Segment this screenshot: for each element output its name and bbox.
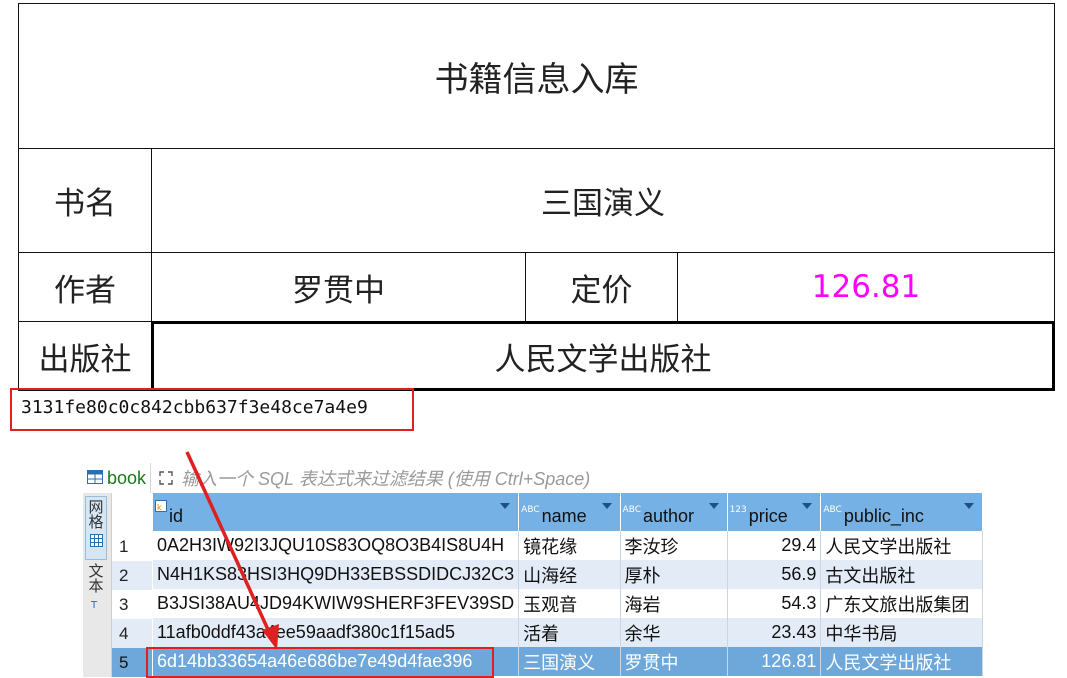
column-header-label: public_inc: [843, 506, 924, 526]
cell-author[interactable]: 李汝珍: [620, 531, 728, 560]
publisher-label: 出版社: [18, 321, 152, 391]
row-number[interactable]: 2: [112, 561, 152, 590]
sort-dropdown-icon[interactable]: [964, 503, 974, 509]
publisher-value[interactable]: 人民文学出版社: [151, 321, 1055, 391]
grid-view-button[interactable]: 网格: [85, 496, 107, 560]
svg-text:T: T: [90, 600, 98, 610]
cell-public-inc[interactable]: 中华书局: [820, 618, 983, 647]
row-number-selected[interactable]: 5: [112, 648, 152, 677]
form-title: 书籍信息入库: [18, 3, 1055, 149]
row-number[interactable]: 4: [112, 619, 152, 648]
cell-author[interactable]: 厚朴: [620, 560, 728, 589]
cell-id[interactable]: 11afb0ddf43a4ee59aadf380c1f15ad5: [153, 618, 520, 647]
column-header-label: name: [541, 506, 587, 526]
text-type-icon: ABC: [521, 505, 540, 515]
column-header-label: author: [643, 506, 695, 526]
price-label: 定价: [525, 252, 678, 322]
table-row[interactable]: 0A2H3IW92I3JQU10S83OQ8O3B4IS8U4H 镜花缘 李汝珍…: [153, 531, 983, 560]
column-header-name[interactable]: ABC name: [518, 493, 621, 531]
author-label: 作者: [18, 252, 152, 322]
table-row-selected[interactable]: 6d14bb33654a46e686be7e49d4fae396 三国演义 罗贯…: [153, 647, 983, 676]
cell-id[interactable]: 6d14bb33654a46e686be7e49d4fae396: [153, 647, 520, 676]
view-mode-sidebar: 网格 文本 T: [83, 493, 112, 677]
price-value[interactable]: 126.81: [677, 252, 1055, 322]
expand-filter-icon[interactable]: [157, 469, 175, 487]
cell-author[interactable]: 海岩: [620, 589, 728, 618]
author-value[interactable]: 罗贯中: [151, 252, 526, 322]
cell-author[interactable]: 余华: [620, 618, 728, 647]
column-header-public-inc[interactable]: ABC public_inc: [820, 493, 983, 531]
row-number-column: 1 2 3 4 5: [112, 493, 152, 677]
sort-dropdown-icon[interactable]: [802, 503, 813, 509]
cell-name[interactable]: 玉观音: [518, 589, 621, 618]
row-number[interactable]: 3: [112, 590, 152, 619]
cell-name[interactable]: 山海经: [518, 560, 621, 589]
cell-name[interactable]: 镜花缘: [518, 531, 621, 560]
sort-dropdown-icon[interactable]: [500, 503, 511, 509]
cell-price[interactable]: 29.4: [727, 531, 822, 560]
grid-toolbar: book 输入一个 SQL 表达式来过滤结果 (使用 Ctrl+Space): [83, 463, 983, 494]
text-type-icon: ABC: [622, 505, 641, 515]
grid-icon: [89, 532, 103, 551]
cell-author[interactable]: 罗贯中: [620, 647, 728, 676]
cell-price[interactable]: 126.81: [727, 647, 822, 676]
text-type-icon: ABC: [823, 505, 842, 515]
table-row[interactable]: B3JSI38AU4JD94KWIW9SHERF3FEV39SD 玉观音 海岩 …: [153, 589, 983, 618]
table-row[interactable]: 11afb0ddf43a4ee59aadf380c1f15ad5 活着 余华 2…: [153, 618, 983, 647]
cell-public-inc[interactable]: 古文出版社: [820, 560, 983, 589]
text-view-button[interactable]: 文本 T: [85, 563, 107, 643]
book-name-value[interactable]: 三国演义: [151, 148, 1055, 253]
sort-dropdown-icon[interactable]: [708, 503, 719, 509]
svg-text:k: k: [157, 503, 162, 512]
result-grid-panel: book 输入一个 SQL 表达式来过滤结果 (使用 Ctrl+Space) 网…: [83, 463, 983, 677]
table-icon: [87, 469, 103, 488]
cell-id[interactable]: B3JSI38AU4JD94KWIW9SHERF3FEV39SD: [153, 589, 520, 618]
result-table: k id ABC name ABC author 123 price ABC p…: [153, 493, 983, 676]
cell-id[interactable]: N4H1KS83HSI3HQ9DH33EBSSDIDCJ32C3: [153, 560, 520, 589]
table-row[interactable]: N4H1KS83HSI3HQ9DH33EBSSDIDCJ32C3 山海经 厚朴 …: [153, 560, 983, 589]
generated-id-hash: 3131fe80c0c842cbb637f3e48ce7a4e9: [21, 397, 368, 418]
key-column-icon: k: [155, 496, 167, 517]
sort-dropdown-icon[interactable]: [601, 503, 612, 509]
text-view-label: 文本: [86, 563, 105, 593]
cell-public-inc[interactable]: 广东文旅出版集团: [820, 589, 983, 618]
cell-id[interactable]: 0A2H3IW92I3JQU10S83OQ8O3B4IS8U4H: [153, 531, 520, 560]
cell-name[interactable]: 活着: [518, 618, 621, 647]
book-name-label: 书名: [18, 148, 152, 253]
cell-public-inc[interactable]: 人民文学出版社: [820, 531, 983, 560]
column-header-label: price: [748, 506, 788, 526]
table-tab[interactable]: book: [83, 463, 152, 493]
column-header-author[interactable]: ABC author: [620, 493, 728, 531]
column-header-label: id: [169, 506, 184, 526]
cell-price[interactable]: 56.9: [727, 560, 822, 589]
grid-view-label: 网格: [86, 499, 105, 529]
row-number[interactable]: 1: [112, 532, 152, 561]
cell-public-inc[interactable]: 人民文学出版社: [820, 647, 983, 676]
column-header-id[interactable]: k id: [153, 493, 520, 531]
column-header-price[interactable]: 123 price: [727, 493, 822, 531]
cell-price[interactable]: 23.43: [727, 618, 822, 647]
cell-price[interactable]: 54.3: [727, 589, 822, 618]
sql-filter-input[interactable]: 输入一个 SQL 表达式来过滤结果 (使用 Ctrl+Space): [181, 465, 590, 491]
number-type-icon: 123: [729, 505, 747, 515]
text-icon: T: [90, 595, 102, 614]
table-tab-label: book: [107, 467, 147, 488]
cell-name[interactable]: 三国演义: [518, 647, 621, 676]
book-entry-form: 书籍信息入库 书名 三国演义 作者 罗贯中 定价 126.81 出版社 人民文学…: [18, 3, 1055, 391]
